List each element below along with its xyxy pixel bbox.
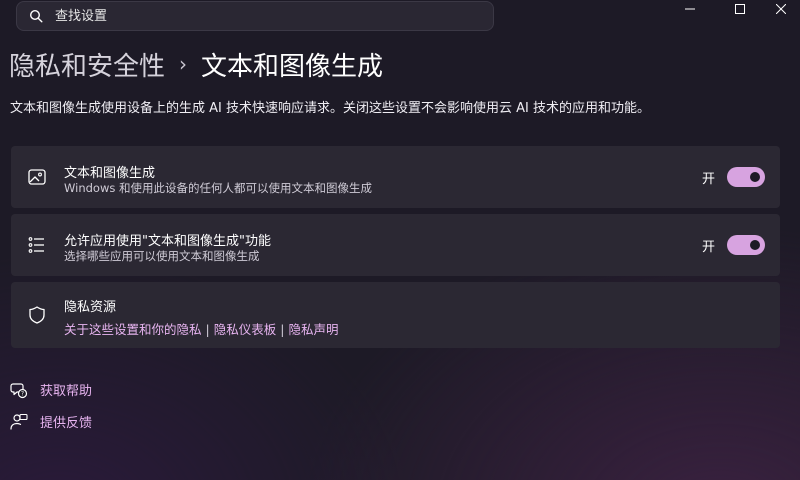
close-icon bbox=[776, 4, 786, 14]
card-allow-apps: 允许应用使用"文本和图像生成"功能 选择哪些应用可以使用文本和图像生成 开 bbox=[11, 214, 780, 276]
privacy-dashboard-link[interactable]: 隐私仪表板 bbox=[214, 322, 277, 337]
get-help-link[interactable]: ? 获取帮助 bbox=[10, 380, 92, 399]
card-subtitle: 选择哪些应用可以使用文本和图像生成 bbox=[64, 249, 260, 263]
toggle-knob bbox=[750, 172, 760, 182]
svg-text:?: ? bbox=[21, 390, 24, 397]
page-title: 文本和图像生成 bbox=[201, 51, 384, 82]
toggle-state-label: 开 bbox=[701, 239, 715, 255]
card-privacy-resources: 隐私资源 关于这些设置和你的隐私 | 隐私仪表板 | 隐私声明 bbox=[11, 282, 780, 348]
breadcrumb-parent[interactable]: 隐私和安全性 bbox=[9, 46, 165, 83]
get-help-label: 获取帮助 bbox=[40, 384, 93, 399]
breadcrumb: 隐私和安全性 › 文本和图像生成 bbox=[9, 44, 383, 84]
shield-icon bbox=[29, 306, 45, 324]
minimize-icon bbox=[685, 8, 695, 10]
toggle-knob bbox=[750, 240, 760, 250]
page-description: 文本和图像生成使用设备上的生成 AI 技术快速响应请求。关闭这些设置不会影响使用… bbox=[10, 101, 650, 116]
search-box[interactable] bbox=[16, 1, 494, 31]
close-button[interactable] bbox=[761, 0, 800, 18]
link-separator: | bbox=[280, 322, 285, 337]
toggle-group: 开 bbox=[702, 167, 765, 187]
card-text-image-generation: 文本和图像生成 Windows 和使用此设备的任何人都可以使用文本和图像生成 开 bbox=[11, 146, 780, 208]
privacy-about-link[interactable]: 关于这些设置和你的隐私 bbox=[64, 322, 202, 337]
maximize-icon bbox=[735, 4, 745, 14]
search-input[interactable] bbox=[53, 7, 457, 25]
toggle-group: 开 bbox=[702, 235, 765, 255]
allow-apps-toggle[interactable] bbox=[727, 235, 765, 255]
give-feedback-label: 提供反馈 bbox=[40, 416, 93, 431]
text-image-generation-toggle[interactable] bbox=[727, 167, 765, 187]
card-subtitle: Windows 和使用此设备的任何人都可以使用文本和图像生成 bbox=[64, 181, 372, 195]
minimize-button[interactable] bbox=[670, 0, 710, 18]
breadcrumb-separator: › bbox=[179, 52, 188, 76]
privacy-statement-link[interactable]: 隐私声明 bbox=[288, 322, 338, 337]
link-separator: | bbox=[205, 322, 210, 337]
list-icon bbox=[28, 237, 44, 253]
feedback-icon bbox=[10, 413, 28, 430]
maximize-button[interactable] bbox=[720, 0, 760, 18]
help-icon: ? bbox=[10, 382, 28, 398]
toggle-state-label: 开 bbox=[701, 171, 715, 187]
card-title: 隐私资源 bbox=[64, 300, 117, 315]
image-icon bbox=[28, 169, 46, 185]
search-icon bbox=[29, 9, 43, 23]
card-title: 文本和图像生成 bbox=[64, 166, 156, 181]
privacy-links: 关于这些设置和你的隐私 | 隐私仪表板 | 隐私声明 bbox=[64, 319, 338, 338]
give-feedback-link[interactable]: 提供反馈 bbox=[10, 412, 92, 431]
card-title: 允许应用使用"文本和图像生成"功能 bbox=[64, 234, 271, 249]
